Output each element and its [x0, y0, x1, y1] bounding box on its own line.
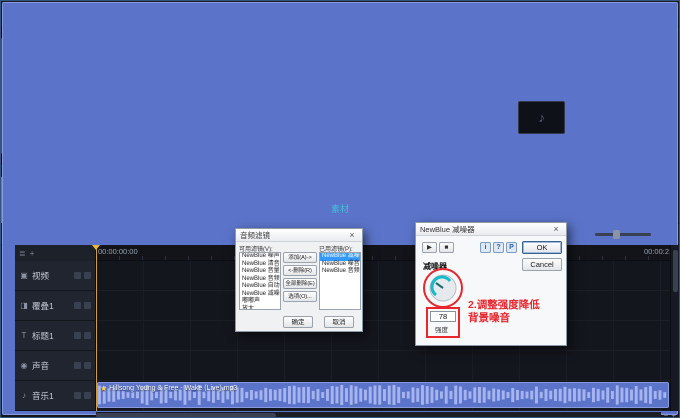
track-header-overlay[interactable]: ◨ 覆叠1	[15, 291, 96, 321]
timeline-horizontal-scrollbar[interactable]	[96, 412, 661, 418]
available-filters-list[interactable]: NewBlue 噪声消除 NewBlue 清音器 NewBlue 音量泵 New…	[239, 252, 281, 310]
annotation-box	[426, 307, 460, 338]
ok-button[interactable]: OK	[522, 241, 562, 254]
title-track-icon: T	[19, 331, 29, 340]
zoom-slider-thumb[interactable]	[613, 230, 620, 239]
track-label: 标题1	[32, 330, 54, 342]
track-label: 音乐1	[32, 390, 54, 402]
app-window: V 文件 编辑 工具 设置 帮助 捕获 编辑 共享 未命名, 1920*1080	[0, 0, 680, 418]
track-enable-icon[interactable]	[74, 272, 81, 279]
star-icon: ★	[100, 384, 107, 393]
audio-filter-dialog: 音频滤镜 × 可用滤镜(V): 已用滤镜(P): NewBlue 噪声消除 Ne…	[235, 228, 363, 332]
timeline-vertical-scrollbar[interactable]	[670, 245, 679, 411]
track-label: 视频	[32, 270, 49, 282]
annotation-circle	[423, 268, 463, 308]
close-icon[interactable]: ×	[346, 230, 358, 240]
close-icon[interactable]: ×	[550, 224, 562, 234]
track-header-music[interactable]: ♪ 音乐1	[15, 381, 96, 411]
dialog-titlebar[interactable]: NewBlue 减噪器 ×	[416, 223, 566, 236]
preview-panel: 项目 素材 ▶ |◀ ◀ ■ ▶ ▶| ↺	[1, 27, 238, 223]
track-lock-icon[interactable]	[84, 392, 91, 399]
scrollbar-thumb[interactable]	[96, 413, 276, 418]
thumbnail	[518, 101, 565, 134]
track-label: 覆叠1	[32, 300, 54, 312]
overlay-track-icon: ◨	[19, 301, 29, 310]
track-label: 声音	[32, 360, 49, 372]
preview-play-button[interactable]: ▶	[422, 242, 437, 253]
add-filter-button[interactable]: 添加(A)->	[283, 252, 317, 263]
filter-option-selected[interactable]: NewBlue 减噪器	[320, 253, 360, 261]
video-track-icon: ▣	[19, 271, 29, 280]
cancel-button[interactable]: Cancel	[522, 258, 562, 271]
timeline-playhead[interactable]	[96, 245, 97, 411]
track-enable-icon[interactable]	[74, 362, 81, 369]
track-lock-icon[interactable]	[84, 302, 91, 309]
voice-track-icon: ◉	[19, 361, 29, 370]
mode-toggle: 项目 素材	[1, 177, 37, 223]
info-button[interactable]: i	[480, 242, 491, 253]
options-button[interactable]: 选项(O)...	[283, 291, 317, 302]
preview-stop-button[interactable]: ■	[439, 242, 454, 253]
track-lock-icon[interactable]	[84, 272, 91, 279]
filter-option[interactable]: 放大	[240, 306, 280, 311]
track-enable-icon[interactable]	[74, 392, 81, 399]
delete-all-button[interactable]: 全部删除(E)	[283, 278, 317, 289]
track-lock-icon[interactable]	[84, 362, 91, 369]
title-track-lane[interactable]	[96, 321, 670, 351]
filter-option[interactable]: NewBlue 噪音消除	[320, 261, 360, 269]
noise-reducer-dialog: NewBlue 减噪器 × ▶ ■ i ? P OK Cancel 减噪器 78…	[415, 222, 567, 346]
clip-name: Hillsong Young & Free - Wake (Live).mp3	[109, 385, 237, 392]
video-track-lane[interactable]	[96, 261, 670, 291]
track-header-video[interactable]: ▣ 视频	[15, 261, 96, 291]
transport-controls: 项目 素材 ▶ |◀ ◀ ■ ▶ ▶| ↺	[1, 177, 237, 223]
filter-option[interactable]: NewBlue 清音器	[240, 261, 280, 269]
help-button[interactable]: ?	[493, 242, 504, 253]
track-enable-icon[interactable]	[74, 332, 81, 339]
filter-option[interactable]: NewBlue 音频润色	[320, 268, 360, 276]
cancel-button[interactable]: 取消	[324, 316, 354, 328]
dialog-title: NewBlue 减噪器	[420, 224, 475, 235]
music-track-lane[interactable]: ★ Hillsong Young & Free - Wake (Live).mp…	[96, 381, 670, 411]
show-all-tracks-icon[interactable]: ≣	[19, 249, 26, 258]
filter-option[interactable]: 嘟嘟声	[240, 298, 280, 306]
timeline-horizontal-scrollbar-row: − +	[1, 411, 679, 418]
applied-filters-list[interactable]: NewBlue 减噪器 NewBlue 噪音消除 NewBlue 音频润色	[319, 252, 361, 310]
ruler-label: 00:00:21:00	[644, 247, 670, 256]
main-area: 项目 素材 ▶ |◀ ◀ ■ ▶ ▶| ↺	[1, 27, 679, 223]
dialog-title: 音频滤镜	[240, 230, 270, 241]
scrollbar-thumb[interactable]	[673, 250, 678, 292]
add-track-icon[interactable]: +	[30, 249, 35, 258]
ruler-header: ≣ +	[15, 245, 96, 261]
track-row: ◉ 声音	[15, 351, 670, 381]
timeline-zoom-slider[interactable]	[595, 233, 651, 236]
filter-option[interactable]: NewBlue 音频润色	[240, 276, 280, 284]
clip-label: ★ Hillsong Young & Free - Wake (Live).mp…	[100, 384, 237, 393]
voice-track-lane[interactable]	[96, 351, 670, 381]
preset-button[interactable]: P	[506, 242, 517, 253]
overlay-track-lane[interactable]	[96, 291, 670, 321]
annotation-text: 2.调整强度降低 背景噪音	[468, 299, 540, 325]
delete-filter-button[interactable]: <-删除(R)	[283, 265, 317, 276]
dialog-titlebar[interactable]: 音频滤镜 ×	[236, 229, 362, 242]
filter-option[interactable]: NewBlue 自动静音	[240, 283, 280, 291]
track-lock-icon[interactable]	[84, 332, 91, 339]
track-enable-icon[interactable]	[74, 302, 81, 309]
ok-button[interactable]: 确定	[283, 316, 313, 328]
track-header-title[interactable]: T 标题1	[15, 321, 96, 351]
filter-option[interactable]: NewBlue 噪声消除	[240, 253, 280, 261]
filter-option[interactable]: NewBlue 音量泵	[240, 268, 280, 276]
track-row: ♪ 音乐1 ★ Hillsong Young & Free - Wake (Li…	[15, 381, 670, 411]
track-header-voice[interactable]: ◉ 声音	[15, 351, 96, 381]
music-track-icon: ♪	[19, 391, 29, 400]
timeline-ruler[interactable]: 00:00:00:00 00:00:07:00 00:00:14:00 00:0…	[96, 245, 670, 261]
ruler-label: 00:00:00:00	[98, 247, 138, 256]
music-clip[interactable]: ★ Hillsong Young & Free - Wake (Live).mp…	[97, 382, 669, 408]
filter-option[interactable]: NewBlue 减噪器	[240, 291, 280, 299]
